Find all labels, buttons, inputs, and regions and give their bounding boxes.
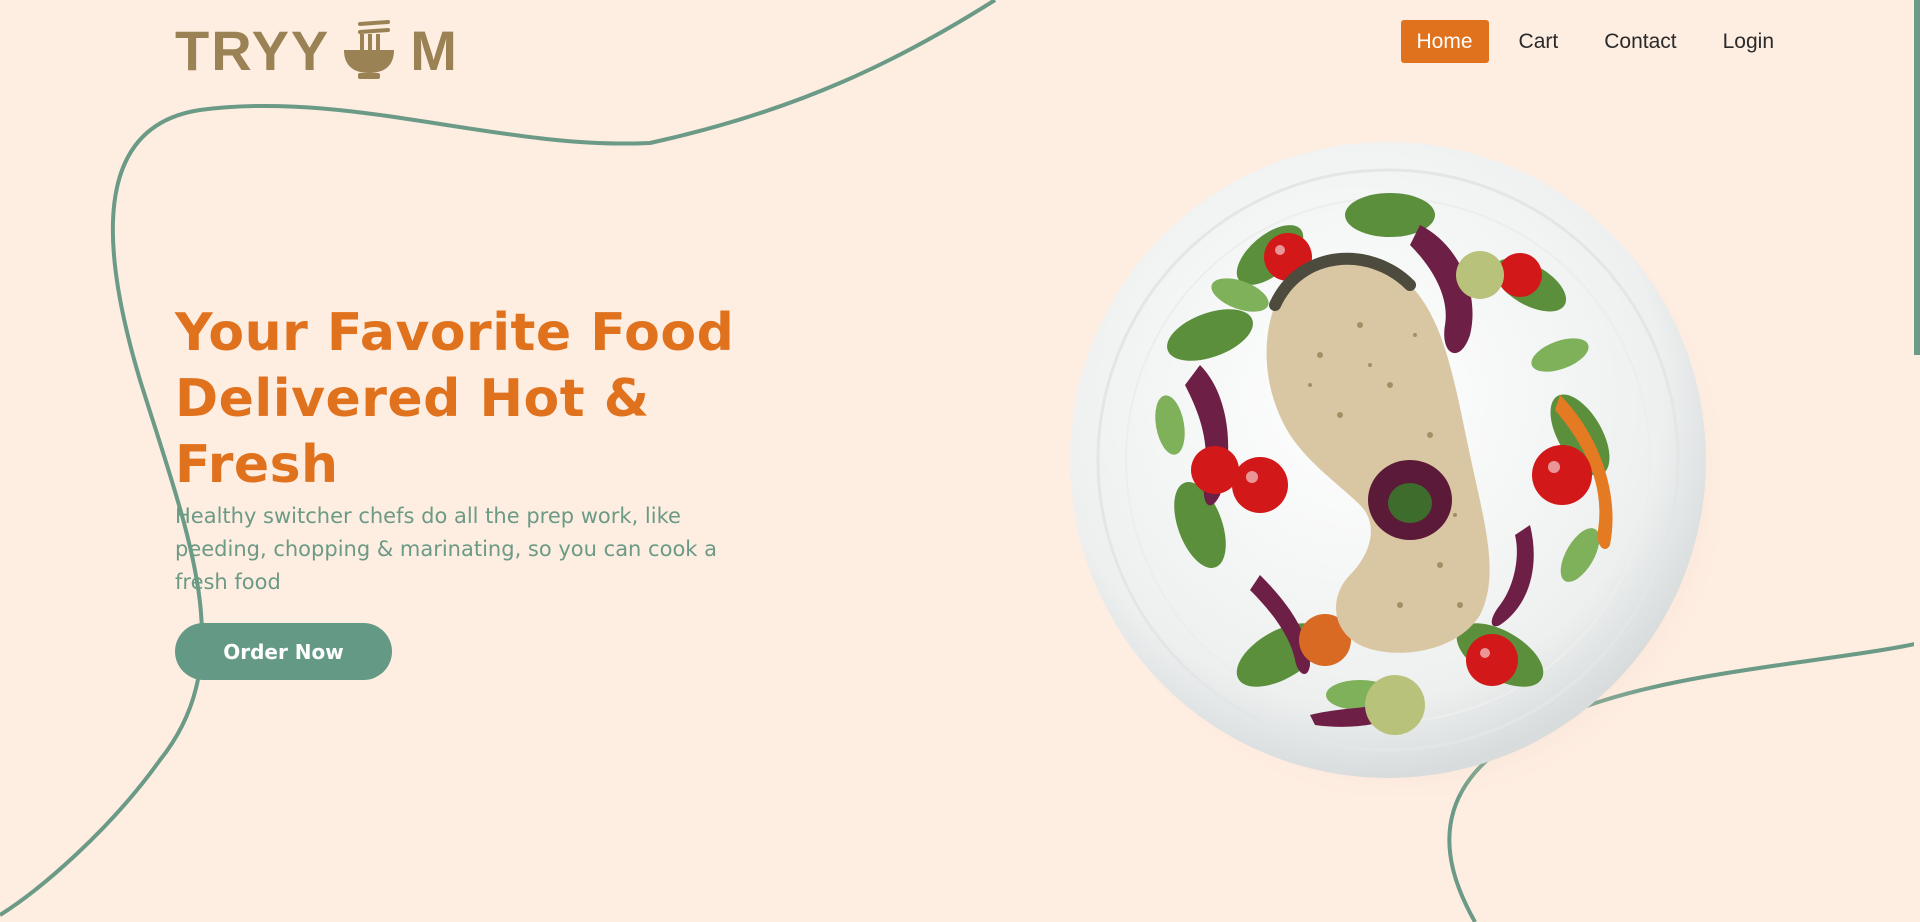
- nav-cart-link[interactable]: Cart: [1503, 20, 1575, 63]
- salmon-salad-plate-image: [1070, 142, 1720, 795]
- brand-logo[interactable]: TRYY M: [175, 18, 459, 82]
- hero-section: Your Favorite Food Delivered Hot & Fresh…: [175, 300, 775, 680]
- hero-subtitle: Healthy switcher chefs do all the prep w…: [175, 504, 717, 594]
- page-scrollbar[interactable]: [1914, 0, 1920, 922]
- nav-home-link[interactable]: Home: [1400, 20, 1489, 63]
- scrollbar-thumb[interactable]: [1914, 0, 1920, 355]
- nav-contact-link[interactable]: Contact: [1588, 20, 1692, 63]
- noodle-bowl-icon: [344, 20, 395, 79]
- hero-title: Your Favorite Food Delivered Hot & Fresh: [175, 303, 735, 495]
- landing-page: TRYY M Home Cart Contact Login Your Favo…: [0, 0, 1920, 922]
- order-now-button[interactable]: Order Now: [175, 623, 392, 680]
- top-navigation: Home Cart Contact Login: [1400, 20, 1790, 63]
- nav-login-link[interactable]: Login: [1707, 20, 1790, 63]
- logo-text-left: TRYY: [175, 18, 331, 82]
- logo-text-right: M: [410, 18, 459, 82]
